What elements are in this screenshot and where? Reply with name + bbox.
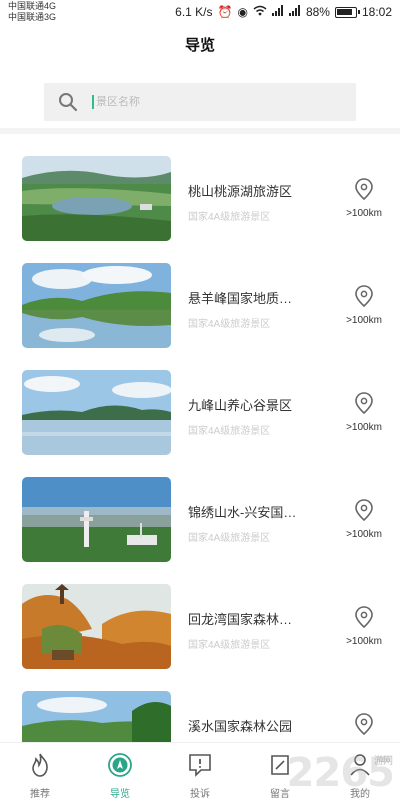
spot-level: 国家4A级旅游景区 (188, 533, 271, 544)
status-bar: 中国联通4G 中国联通3G 6.1 K/s ⏰ ◉ 88% 18:02 (0, 0, 400, 26)
location-pin-icon (355, 713, 373, 735)
list-item[interactable]: 回龙湾国家森林公园 国家4A级旅游景区 >100km (0, 584, 400, 691)
compass-icon (108, 753, 132, 777)
spot-name: 九峰山养心谷景区 (188, 398, 293, 413)
search-input[interactable] (92, 95, 332, 109)
spot-name: 悬羊峰国家地质公园 (188, 291, 300, 306)
signal-icon-2 (288, 5, 301, 19)
tab-label: 导览 (110, 789, 130, 800)
complaint-icon (189, 754, 211, 777)
tab-guide[interactable]: 导览 (80, 743, 160, 800)
battery-icon (334, 6, 360, 18)
list-item[interactable]: 锦绣山水-兴安国家森林公园 国家4A级旅游景区 >100km (0, 477, 400, 584)
signal-icon (271, 5, 284, 19)
spot-distance: >100km (346, 315, 382, 326)
watermark-logo: 2265 游网 (287, 750, 395, 796)
scenic-spot-list: 桃山桃源湖旅游区 国家4A级旅游景区 >100km 悬羊峰国家地质公园 国家4A… (0, 156, 400, 798)
location-pin-icon (355, 285, 373, 307)
tab-label: 推荐 (30, 789, 50, 800)
location-pin-icon (355, 499, 373, 521)
spot-thumbnail (22, 477, 171, 562)
flame-icon (32, 753, 48, 777)
spot-distance: >100km (346, 208, 382, 219)
clock: 18:02 (361, 5, 392, 19)
search-bar[interactable] (44, 83, 356, 121)
spot-distance: >100km (346, 529, 382, 540)
location-pin-icon (355, 606, 373, 628)
list-item[interactable]: 桃山桃源湖旅游区 国家4A级旅游景区 >100km (0, 156, 400, 263)
list-item[interactable]: 悬羊峰国家地质公园 国家4A级旅游景区 >100km (0, 263, 400, 370)
tab-recommend[interactable]: 推荐 (0, 743, 80, 800)
status-right: 6.1 K/s ⏰ ◉ 88% 18:02 (175, 5, 392, 19)
page-title: 导览 (184, 37, 215, 54)
spot-name: 桃山桃源湖旅游区 (188, 184, 293, 199)
spot-thumbnail (22, 263, 171, 348)
spot-name: 回龙湾国家森林公园 (188, 612, 300, 627)
spot-distance: >100km (346, 636, 382, 647)
spot-level: 国家4A级旅游景区 (188, 426, 271, 437)
eye-icon: ◉ (237, 5, 248, 19)
location-pin-icon (355, 178, 373, 200)
spot-thumbnail (22, 584, 171, 669)
carrier-1: 中国联通4G (8, 1, 57, 11)
carrier-2: 中国联通3G (8, 12, 57, 22)
location-pin-icon (355, 392, 373, 414)
spot-thumbnail (22, 156, 171, 241)
spot-name: 锦绣山水-兴安国家森林公园 (188, 505, 300, 520)
tab-label: 投诉 (190, 789, 210, 800)
spot-level: 国家4A级旅游景区 (188, 319, 271, 330)
search-icon (59, 93, 78, 112)
tab-complaint[interactable]: 投诉 (160, 743, 240, 800)
list-item[interactable]: 九峰山养心谷景区 国家4A级旅游景区 >100km (0, 370, 400, 477)
spot-distance: >100km (346, 422, 382, 433)
carrier-info: 中国联通4G 中国联通3G (8, 1, 56, 23)
network-speed: 6.1 K/s (175, 5, 213, 19)
spot-name: 溪水国家森林公园 (188, 719, 293, 734)
spot-thumbnail (22, 370, 171, 455)
spot-level: 国家4A级旅游景区 (188, 212, 271, 223)
alarm-icon: ⏰ (217, 5, 233, 19)
section-divider (0, 128, 400, 134)
wifi-icon (253, 5, 267, 19)
watermark-sub: 游网 (374, 756, 393, 767)
spot-level: 国家4A级旅游景区 (188, 640, 271, 651)
battery-percent: 88% (305, 5, 330, 19)
